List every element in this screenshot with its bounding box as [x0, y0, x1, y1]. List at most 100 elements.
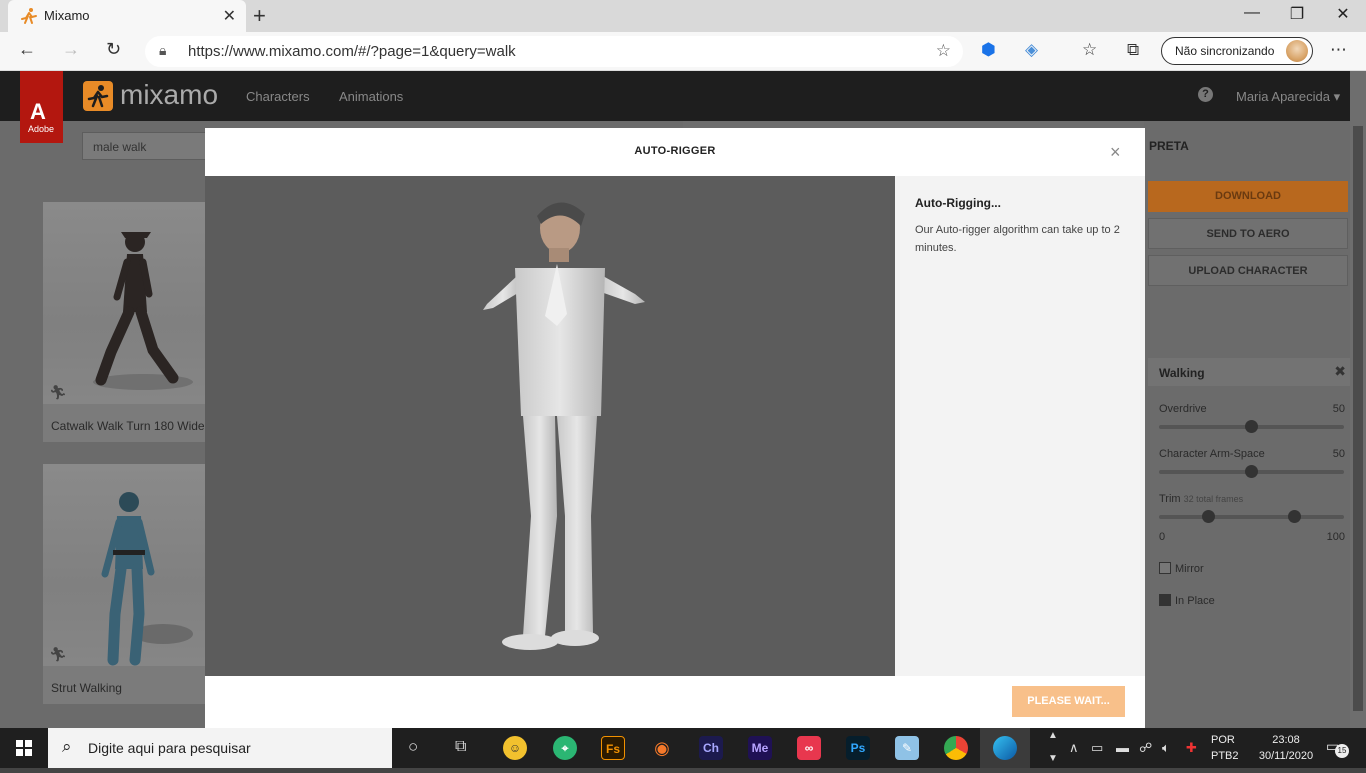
arm-space-slider-handle[interactable] — [1245, 465, 1258, 478]
animation-thumbnail — [43, 202, 213, 404]
browser-tab-bar: Mixamo ✕ + — ❐ ✕ — [0, 0, 1366, 32]
browser-tab[interactable]: Mixamo ✕ — [8, 0, 246, 32]
download-button[interactable]: DOWNLOAD — [1148, 181, 1348, 212]
caret-down-icon: ▾ — [1333, 89, 1341, 104]
character-viewport[interactable] — [205, 176, 895, 676]
user-menu[interactable]: Maria Aparecida ▾ — [1236, 89, 1340, 105]
nav-characters[interactable]: Characters — [246, 89, 310, 104]
arm-space-label: Character Arm-Space — [1159, 448, 1265, 460]
overdrive-label: Overdrive — [1159, 403, 1207, 415]
info-body: Our Auto-rigger algorithm can take up to… — [915, 224, 1120, 254]
battery-icon[interactable]: ▬ — [1116, 740, 1129, 755]
upload-character-button[interactable]: UPLOAD CHARACTER — [1148, 255, 1348, 286]
mixamo-favicon-icon — [21, 8, 37, 24]
overdrive-value: 50 — [1332, 403, 1345, 415]
extension-diamond-icon[interactable]: ◈ — [1025, 40, 1038, 60]
collections-icon[interactable]: ⧉ — [1127, 40, 1139, 60]
overdrive-slider-handle[interactable] — [1245, 420, 1258, 433]
minimize-button[interactable]: — — [1240, 4, 1264, 22]
trim-slider[interactable] — [1159, 510, 1344, 523]
search-input[interactable]: male walk — [82, 132, 212, 160]
auto-rigger-modal: AUTO-RIGGER × Auto-Rigging... Our Auto-r… — [205, 128, 1145, 728]
trim-frames: 32 total frames — [1183, 494, 1244, 504]
windows-taskbar: ⌕ Digite aqui para pesquisar ○ ⧉ ☺ ⌖ Fs … — [0, 728, 1366, 768]
url-text: https://www.mixamo.com/#/?page=1&query=w… — [188, 43, 516, 60]
favorite-star-icon[interactable]: ☆ — [936, 41, 951, 61]
app-icon-ch[interactable]: Ch — [699, 736, 723, 760]
modal-close-icon[interactable]: × — [1110, 142, 1121, 163]
remove-animation-icon[interactable]: ✖ — [1334, 363, 1346, 380]
send-to-aero-button[interactable]: SEND TO AERO — [1148, 218, 1348, 249]
nav-animations[interactable]: Animations — [339, 89, 403, 104]
page-scrollbar[interactable] — [1350, 71, 1366, 728]
modal-header: AUTO-RIGGER × — [205, 128, 1145, 176]
app-icon-ps[interactable]: Ps — [846, 736, 870, 760]
search-value: male walk — [93, 140, 147, 154]
app-icon-yellow[interactable]: ☺ — [503, 736, 527, 760]
adobe-label: Adobe — [28, 124, 55, 134]
character-name: PRETA — [1149, 139, 1189, 153]
close-window-button[interactable]: ✕ — [1331, 4, 1355, 24]
notepad-icon[interactable]: ✎ — [895, 736, 919, 760]
more-menu-icon[interactable]: ⋯ — [1330, 40, 1347, 60]
mirror-checkbox[interactable]: Mirror — [1159, 562, 1204, 575]
scroll-down-icon[interactable]: ▼ — [1048, 753, 1058, 764]
scroll-up-icon[interactable]: ▲ — [1048, 730, 1058, 741]
meet-now-icon[interactable]: ▭ — [1091, 740, 1103, 756]
blender-icon[interactable]: ◉ — [650, 736, 674, 760]
scrollbar-thumb[interactable] — [1353, 126, 1363, 711]
profile-sync-button[interactable]: Não sincronizando — [1161, 37, 1313, 65]
in-place-label: In Place — [1175, 595, 1215, 607]
mirror-label: Mirror — [1175, 563, 1204, 575]
reload-icon[interactable]: ↻ — [106, 39, 121, 60]
new-tab-button[interactable]: + — [253, 3, 266, 29]
favorites-list-icon[interactable]: ☆ — [1082, 40, 1097, 60]
creative-cloud-icon[interactable]: ∞ — [797, 736, 821, 760]
search-icon: ⌕ — [62, 737, 72, 756]
arm-space-slider[interactable] — [1159, 465, 1344, 478]
system-clock[interactable]: 23:08 30/11/2020 — [1256, 732, 1316, 764]
extension-hexagon-icon[interactable]: ⬢ — [981, 40, 996, 60]
back-arrow-icon[interactable]: ← — [18, 39, 36, 60]
trim-label: Trim 32 total frames — [1159, 493, 1243, 505]
in-place-checkbox[interactable]: In Place — [1159, 594, 1215, 607]
avatar — [1286, 40, 1308, 62]
browser-toolbar: ← → ↻ 🔒︎ https://www.mixamo.com/#/?page=… — [0, 32, 1366, 71]
mixamo-logo-text[interactable]: mixamo — [120, 79, 218, 111]
mirror-checkbox-box[interactable] — [1159, 562, 1171, 574]
keyboard-layout: PTB2 — [1211, 750, 1239, 762]
taskbar-search[interactable]: ⌕ Digite aqui para pesquisar — [48, 728, 392, 768]
animation-card-label: Catwalk Walk Turn 180 Wide — [51, 419, 205, 433]
cortana-icon[interactable]: ○ — [408, 737, 418, 757]
please-wait-button[interactable]: PLEASE WAIT... — [1012, 686, 1125, 717]
help-icon[interactable]: ? — [1198, 87, 1213, 102]
chrome-icon[interactable] — [944, 736, 968, 760]
edge-icon — [993, 736, 1017, 760]
volume-icon[interactable]: 🔈︎ — [1162, 740, 1170, 756]
tab-close-icon[interactable]: ✕ — [223, 6, 236, 26]
trim-end-handle[interactable] — [1287, 510, 1301, 523]
network-icon[interactable]: ☍ — [1139, 740, 1152, 756]
app-icon-me[interactable]: Me — [748, 736, 772, 760]
trim-start-handle[interactable] — [1202, 510, 1216, 523]
task-view-icon[interactable]: ⧉ — [455, 738, 466, 756]
restore-button[interactable]: ❐ — [1285, 4, 1309, 24]
notification-center-button[interactable]: ▭ 15 — [1326, 738, 1349, 758]
forward-arrow-icon[interactable]: → — [62, 39, 80, 60]
overdrive-slider[interactable] — [1159, 420, 1344, 433]
address-bar[interactable]: 🔒︎ https://www.mixamo.com/#/?page=1&quer… — [145, 36, 963, 67]
input-language[interactable]: POR PTB2 — [1211, 732, 1239, 764]
adobe-logo[interactable]: A Adobe — [20, 71, 63, 143]
edge-taskbar-active[interactable] — [980, 728, 1030, 768]
trim-max: 100 — [1326, 531, 1345, 543]
in-place-checkbox-box[interactable] — [1159, 594, 1171, 606]
maps-icon[interactable]: ⌖ — [553, 736, 577, 760]
animation-card[interactable]: 🏃︎ Catwalk Walk Turn 180 Wide — [43, 202, 213, 442]
info-title: Auto-Rigging... — [915, 196, 1001, 210]
animation-card[interactable]: 🏃︎ Strut Walking — [43, 464, 213, 704]
start-button[interactable] — [0, 728, 48, 768]
app-icon-fs[interactable]: Fs — [601, 736, 625, 760]
mixamo-logo-icon[interactable] — [83, 81, 113, 111]
show-hidden-icons[interactable]: ∧ — [1069, 740, 1079, 756]
antivirus-icon[interactable]: ✚ — [1186, 740, 1197, 756]
